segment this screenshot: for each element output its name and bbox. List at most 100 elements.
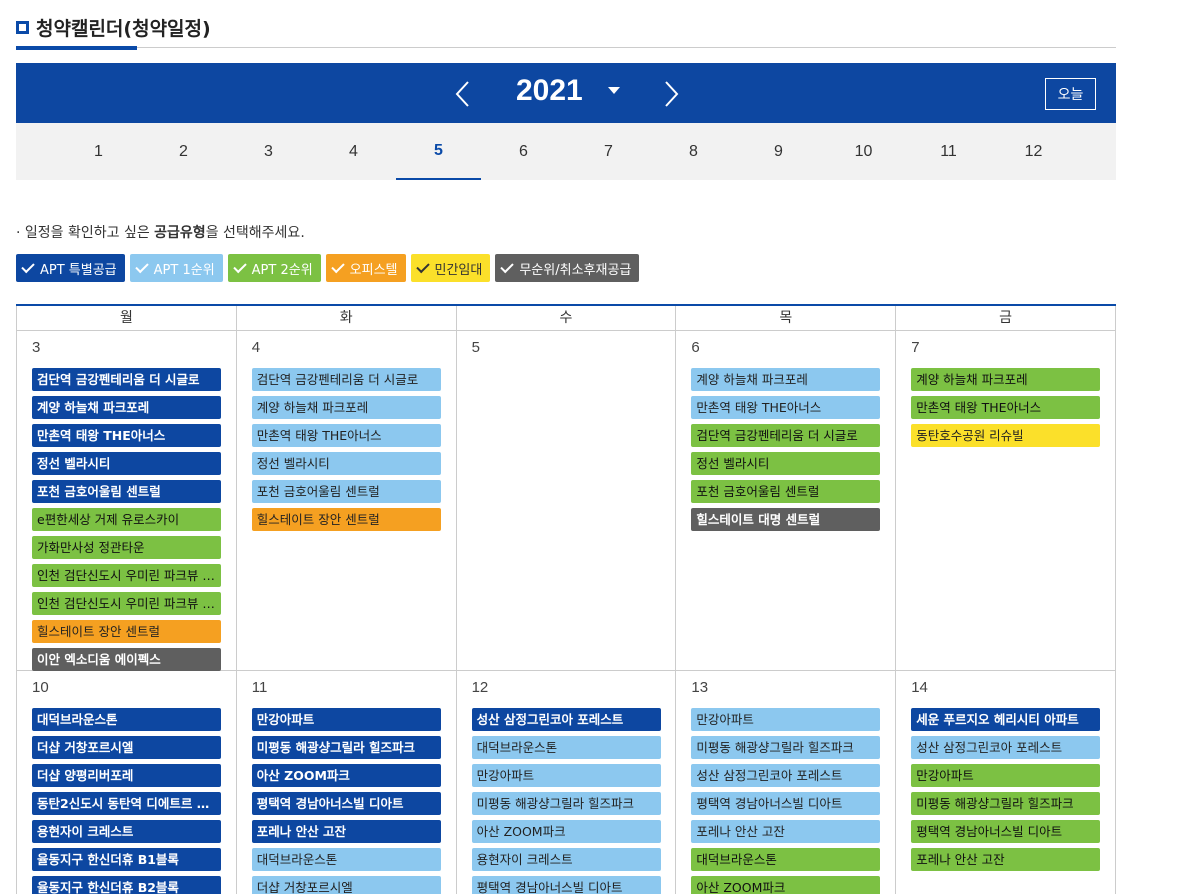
event-special[interactable]: 율동지구 한신더휴 B2블록 <box>32 876 221 894</box>
event-special[interactable]: 만강아파트 <box>251 708 441 731</box>
month-tab-12[interactable]: 12 <box>991 123 1076 180</box>
event-second[interactable]: 인천 검단신도시 우미린 파크뷰 … <box>32 592 221 615</box>
event-special[interactable]: 세운 푸르지오 헤리시티 아파트 <box>911 708 1101 731</box>
help-suffix: 을 선택해주세요. <box>205 225 305 241</box>
event-second[interactable]: 가화만사성 정관타운 <box>32 536 221 559</box>
event-first[interactable]: 대덕브라운스톤 <box>471 736 661 759</box>
filter-label: 오피스텔 <box>349 262 398 278</box>
event-second[interactable]: 계양 하늘채 파크포레 <box>911 368 1101 391</box>
event-officetel[interactable]: 힐스테이트 장안 센트럴 <box>251 508 441 531</box>
calendar-body: 3 검단역 금강펜테리움 더 시글로 계양 하늘채 파크포레 만촌역 태왕 THE아너… <box>16 331 1116 894</box>
month-tab-10[interactable]: 10 <box>821 123 906 180</box>
filter-button[interactable]: 무순위/취소후재공급 <box>495 254 640 282</box>
month-tab-1[interactable]: 1 <box>56 123 141 180</box>
event-special[interactable]: 대덕브라운스톤 <box>32 708 221 731</box>
event-first[interactable]: 계양 하늘채 파크포레 <box>251 396 441 419</box>
event-first[interactable]: 계양 하늘채 파크포레 <box>691 368 881 391</box>
event-rental[interactable]: 동탄호수공원 리슈빌 <box>911 424 1101 447</box>
filter-button[interactable]: 오피스텔 <box>325 254 406 282</box>
filter-button[interactable]: APT 1순위 <box>129 254 223 282</box>
month-tab-6[interactable]: 6 <box>481 123 566 180</box>
event-second[interactable]: 인천 검단신도시 우미린 파크뷰 … <box>32 564 221 587</box>
event-first[interactable]: 만촌역 태왕 THE아너스 <box>251 424 441 447</box>
event-special[interactable]: 아산 ZOOM파크 <box>251 764 441 787</box>
day-number: 3 <box>32 339 41 356</box>
help-prefix: · 일정을 확인하고 싶은 <box>16 225 155 241</box>
day-number: 5 <box>471 339 480 356</box>
event-special[interactable]: 동탄2신도시 동탄역 디에트르 … <box>32 792 221 815</box>
filter-label: APT 1순위 <box>153 262 215 278</box>
year-dropdown-icon[interactable] <box>608 87 620 94</box>
event-second[interactable]: 아산 ZOOM파크 <box>691 876 881 894</box>
event-special[interactable]: 평택역 경남아너스빌 디아트 <box>251 792 441 815</box>
event-second[interactable]: 미평동 해광샹그릴라 힐즈파크 <box>911 792 1101 815</box>
event-first[interactable]: 포레나 안산 고잔 <box>691 820 881 843</box>
event-second[interactable]: 평택역 경남아너스빌 디아트 <box>911 820 1101 843</box>
event-first[interactable]: 아산 ZOOM파크 <box>471 820 661 843</box>
calendar-day-cell: 14 세운 푸르지오 헤리시티 아파트 성산 삼정그린코아 포레스트 만강아파트 미평동… <box>896 671 1116 894</box>
event-first[interactable]: 미평동 해광샹그릴라 힐즈파크 <box>471 792 661 815</box>
month-tab-3[interactable]: 3 <box>226 123 311 180</box>
event-first[interactable]: 포천 금호어울림 센트럴 <box>251 480 441 503</box>
event-second[interactable]: 만촌역 태왕 THE아너스 <box>911 396 1101 419</box>
event-second[interactable]: 포천 금호어울림 센트럴 <box>691 480 881 503</box>
event-second[interactable]: e편한세상 거제 유로스카이 <box>32 508 221 531</box>
page-title: 청약캘린더(청약일정) <box>16 14 211 41</box>
event-first[interactable]: 성산 삼정그린코아 포레스트 <box>911 736 1101 759</box>
month-tab-2[interactable]: 2 <box>141 123 226 180</box>
event-first[interactable]: 더샵 거창포르시엘 <box>251 876 441 894</box>
calendar-day-cell: 10 대덕브라운스톤 더샵 거창포르시엘 더샵 양평리버포레 동탄2신도시 동탄역 디에… <box>17 671 237 894</box>
event-first[interactable]: 만촌역 태왕 THE아너스 <box>691 396 881 419</box>
weekday-label: 화 <box>237 306 457 330</box>
event-second[interactable]: 만강아파트 <box>911 764 1101 787</box>
event-first[interactable]: 만강아파트 <box>691 708 881 731</box>
event-special[interactable]: 계양 하늘채 파크포레 <box>32 396 221 419</box>
event-first[interactable]: 평택역 경남아너스빌 디아트 <box>691 792 881 815</box>
event-special[interactable]: 포천 금호어울림 센트럴 <box>32 480 221 503</box>
event-special[interactable]: 포레나 안산 고잔 <box>251 820 441 843</box>
next-year-button[interactable] <box>661 80 681 108</box>
weekday-label: 금 <box>896 306 1116 330</box>
month-tab-8[interactable]: 8 <box>651 123 736 180</box>
event-first[interactable]: 평택역 경남아너스빌 디아트 <box>471 876 661 894</box>
event-first[interactable]: 성산 삼정그린코아 포레스트 <box>691 764 881 787</box>
month-tab-9[interactable]: 9 <box>736 123 821 180</box>
event-first[interactable]: 용현자이 크레스트 <box>471 848 661 871</box>
filter-button[interactable]: APT 특별공급 <box>16 254 125 282</box>
event-special[interactable]: 율동지구 한신더휴 B1블록 <box>32 848 221 871</box>
event-special[interactable]: 더샵 거창포르시엘 <box>32 736 221 759</box>
event-special[interactable]: 만촌역 태왕 THE아너스 <box>32 424 221 447</box>
calendar-day-cell: 11 만강아파트 미평동 해광샹그릴라 힐즈파크 아산 ZOOM파크 평택역 경남아너스… <box>237 671 457 894</box>
event-second[interactable]: 정선 벨라시티 <box>691 452 881 475</box>
event-special[interactable]: 더샵 양평리버포레 <box>32 764 221 787</box>
month-tab-4[interactable]: 4 <box>311 123 396 180</box>
event-second[interactable]: 검단역 금강펜테리움 더 시글로 <box>691 424 881 447</box>
event-first[interactable]: 만강아파트 <box>471 764 661 787</box>
event-first[interactable]: 미평동 해광샹그릴라 힐즈파크 <box>691 736 881 759</box>
event-special[interactable]: 검단역 금강펜테리움 더 시글로 <box>32 368 221 391</box>
month-tab-11[interactable]: 11 <box>906 123 991 180</box>
event-first[interactable]: 정선 벨라시티 <box>251 452 441 475</box>
month-tab-7[interactable]: 7 <box>566 123 651 180</box>
month-tab-5[interactable]: 5 <box>396 123 481 180</box>
weekday-label: 수 <box>457 306 677 330</box>
event-first[interactable]: 대덕브라운스톤 <box>251 848 441 871</box>
event-second[interactable]: 대덕브라운스톤 <box>691 848 881 871</box>
calendar-day-cell: 3 검단역 금강펜테리움 더 시글로계양 하늘채 파크포레만촌역 태왕 THE아너… <box>17 331 237 671</box>
weekday-header: 월화수목금 <box>16 306 1116 331</box>
filter-button[interactable]: 민간임대 <box>410 254 491 282</box>
event-special[interactable]: 정선 벨라시티 <box>32 452 221 475</box>
event-first[interactable]: 검단역 금강펜테리움 더 시글로 <box>251 368 441 391</box>
event-special[interactable]: 용현자이 크레스트 <box>32 820 221 843</box>
event-officetel[interactable]: 힐스테이트 장안 센트럴 <box>32 620 221 643</box>
event-remain[interactable]: 이안 엑소디움 에이펙스 <box>32 648 221 671</box>
event-remain[interactable]: 힐스테이트 대명 센트럴 <box>691 508 881 531</box>
chevron-left-icon <box>455 81 469 107</box>
filter-button[interactable]: APT 2순위 <box>227 254 321 282</box>
today-button[interactable]: 오늘 <box>1045 78 1096 110</box>
event-special[interactable]: 미평동 해광샹그릴라 힐즈파크 <box>251 736 441 759</box>
event-special[interactable]: 성산 삼정그린코아 포레스트 <box>471 708 661 731</box>
page-header: 청약캘린더(청약일정) <box>16 0 1116 50</box>
event-second[interactable]: 포레나 안산 고잔 <box>911 848 1101 871</box>
prev-year-button[interactable] <box>453 80 473 108</box>
